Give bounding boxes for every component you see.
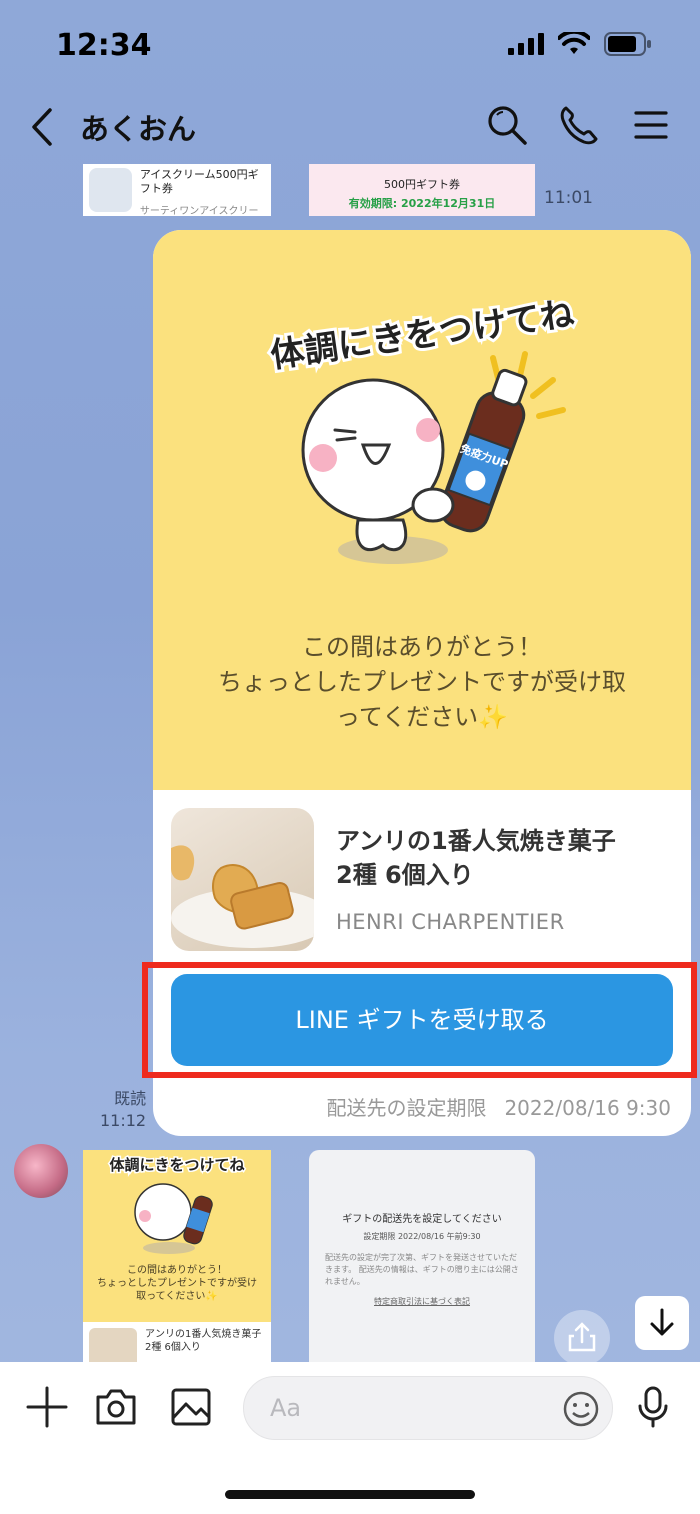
product-name-line: 2種 6個入り — [336, 861, 474, 889]
battery-icon — [604, 32, 651, 56]
delivery-deadline: 配送先の設定期限 2022/08/16 9:30 — [308, 1092, 671, 1121]
sticker-caption: 体調にきをつけてね — [268, 300, 577, 376]
status-icons — [508, 32, 652, 56]
scroll-to-bottom-button[interactable] — [635, 1296, 689, 1350]
menu-icon[interactable] — [628, 102, 674, 148]
gift-message-line: ってください✨ — [336, 703, 508, 731]
wifi-icon — [558, 32, 590, 54]
cellular-signal-icon — [508, 33, 544, 55]
phone-icon[interactable] — [556, 102, 602, 148]
read-label: 既読 — [114, 1089, 147, 1108]
mini-message-line: この間はありがとう！ — [127, 1265, 227, 1276]
doc-deadline: 設定期限 2022/08/16 午前9:30 — [363, 1232, 481, 1241]
microphone-icon[interactable] — [630, 1384, 676, 1430]
chat-title: あくおん — [80, 112, 197, 146]
doc-body: 配送先の設定が完了次第、ギフトを発送させていただきます。 配送先の情報は、ギフト… — [325, 1253, 519, 1286]
share-button[interactable] — [554, 1310, 610, 1366]
doc-link[interactable]: 特定商取引法に基づく表記 — [325, 1296, 519, 1307]
product-brand: HENRI CHARPENTIER — [336, 910, 565, 934]
share-icon — [568, 1322, 596, 1352]
product-name: アンリの1番人気焼き菓子 2種 6個入り — [336, 824, 676, 892]
ticket-expiry: 有効期限: 2022年12月31日 — [348, 197, 496, 210]
message-time: 11:01 — [544, 188, 593, 208]
mini-product-name: アンリの1番人気焼き菓子 2種 6個入り — [145, 1328, 261, 1362]
mini-product-line: 2種 6個入り — [145, 1342, 201, 1353]
gift-card-thumbnail[interactable]: 体調にきをつけてね この間はありがとう！ ちょっとしたプレゼントですが受け 取っ… — [83, 1150, 271, 1362]
home-indicator[interactable] — [225, 1490, 475, 1499]
ice-cream-brand: サーティワンアイスクリーム — [139, 206, 259, 216]
sender-avatar[interactable] — [14, 1144, 68, 1198]
ice-cream-title: アイスクリーム500円ギフト券 — [139, 168, 259, 195]
chat-header: あくおん — [0, 92, 700, 162]
doc-title: ギフトの配送先を設定してください — [342, 1214, 502, 1225]
camera-icon[interactable] — [93, 1384, 139, 1430]
emoji-icon[interactable] — [558, 1386, 604, 1432]
arrow-down-icon — [650, 1308, 674, 1336]
ice-cream-image — [89, 168, 132, 212]
mini-sticker-caption: 体調にきをつけてね — [109, 1156, 244, 1174]
mini-product-image — [89, 1328, 137, 1362]
ticket-preview[interactable]: 500円ギフト券 有効期限: 2022年12月31日 — [309, 164, 535, 216]
status-time: 12:34 — [56, 28, 152, 63]
red-highlight-box — [142, 962, 697, 1078]
ticket-title: 500円ギフト券 — [384, 178, 460, 191]
mini-product-line: アンリの1番人気焼き菓子 — [145, 1329, 262, 1340]
gift-message-line: この間はありがとう！ — [302, 633, 542, 661]
read-receipt: 既読 11:12 — [100, 1088, 146, 1132]
mini-message-line: ちょっとしたプレゼントですが受け — [97, 1278, 257, 1289]
deadline-label: 配送先の設定期限 — [326, 1096, 487, 1120]
madeleine-product-image — [171, 808, 314, 951]
image-icon[interactable] — [168, 1384, 214, 1430]
gift-message: この間はありがとう！ ちょっとしたプレゼントですが受け取 ってください✨ — [173, 630, 671, 735]
sticker-character-image: 体調にきをつけてね 免疫力UP — [265, 300, 580, 564]
gift-card-sticker-area: 体調にきをつけてね 免疫力UP この間はありがとう！ ちょっとしたプレゼントです… — [153, 230, 691, 790]
mini-message-line: 取ってください✨ — [136, 1291, 218, 1302]
search-icon[interactable] — [484, 102, 530, 148]
read-time: 11:12 — [100, 1111, 147, 1130]
delivery-instructions-thumbnail[interactable]: ギフトの配送先を設定してください 設定期限 2022/08/16 午前9:30 … — [309, 1150, 535, 1362]
plus-icon[interactable] — [24, 1384, 70, 1430]
status-bar: 12:34 — [0, 0, 700, 90]
product-name-line: アンリの1番人気焼き菓子 — [336, 827, 616, 855]
gift-message-line: ちょっとしたプレゼントですが受け取 — [218, 668, 626, 696]
mini-sticker-image: 体調にきをつけてね — [108, 1155, 246, 1254]
mini-gift-message: この間はありがとう！ ちょっとしたプレゼントですが受け 取ってください✨ — [87, 1264, 267, 1303]
back-chevron-icon[interactable] — [24, 104, 64, 150]
gift-product[interactable]: アンリの1番人気焼き菓子 2種 6個入り HENRI CHARPENTIER — [153, 790, 691, 960]
deadline-value: 2022/08/16 9:30 — [504, 1096, 671, 1120]
ice-cream-gift-preview[interactable]: アイスクリーム500円ギフト券 サーティワンアイスクリーム — [83, 164, 271, 216]
